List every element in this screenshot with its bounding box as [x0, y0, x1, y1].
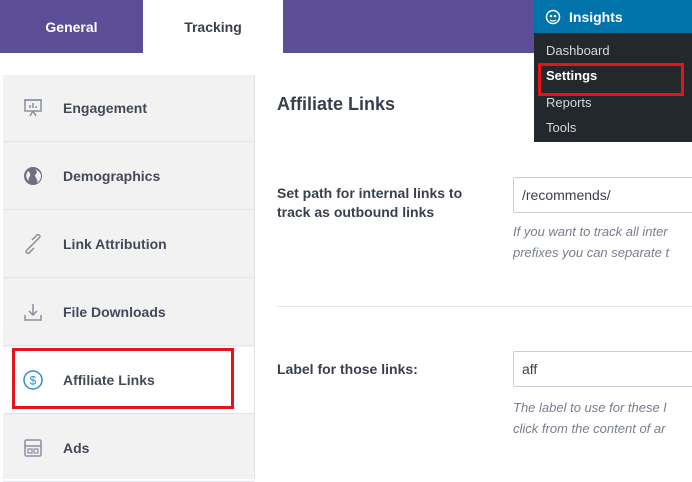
sidebar-item-demographics[interactable]: Demographics: [3, 143, 254, 210]
sidebar-item-link-attribution[interactable]: Link Attribution: [3, 211, 254, 278]
label-input[interactable]: [513, 351, 692, 387]
section-divider: [277, 306, 692, 307]
sidebar-item-file-downloads[interactable]: File Downloads: [3, 279, 254, 346]
sidebar-item-label: Demographics: [63, 168, 161, 184]
page-title: Affiliate Links: [277, 94, 396, 114]
download-icon: [3, 301, 63, 323]
settings-highlight: [538, 63, 684, 96]
path-field-label: Set path for internal links to track as …: [277, 185, 463, 220]
settings-sidebar: Engagement Demographics Link Attribution…: [3, 75, 255, 482]
path-help-line1: If you want to track all inter: [513, 224, 668, 239]
globe-icon: [3, 165, 63, 187]
tab-general[interactable]: General: [0, 0, 143, 53]
wp-menu-tools[interactable]: Tools: [546, 120, 576, 135]
label-help-line2: click from the content of ar: [513, 421, 666, 436]
label-field-label: Label for those links:: [277, 361, 418, 377]
wp-menu-reports[interactable]: Reports: [546, 95, 592, 110]
path-help-line2: prefixes you can separate t: [513, 245, 670, 260]
insights-menu-title: Insights: [569, 8, 623, 25]
link-icon: [3, 233, 63, 255]
wp-menu-dashboard[interactable]: Dashboard: [546, 43, 610, 58]
insights-logo-icon: [545, 9, 561, 25]
label-help-line1: The label to use for these l: [513, 400, 667, 415]
sidebar-item-label: Ads: [63, 440, 90, 456]
sidebar-item-label: File Downloads: [63, 304, 166, 320]
affiliate-links-highlight: [12, 348, 234, 409]
presentation-icon: [3, 97, 63, 119]
sidebar-item-label: Engagement: [63, 100, 148, 116]
sidebar-item-ads[interactable]: Ads: [3, 415, 254, 482]
sidebar-item-engagement[interactable]: Engagement: [3, 75, 254, 142]
sidebar-item-label: Link Attribution: [63, 236, 167, 252]
tab-tracking[interactable]: Tracking: [143, 0, 283, 53]
ad-layout-icon: [3, 437, 63, 459]
insights-menu-header[interactable]: Insights: [534, 0, 692, 33]
path-input[interactable]: [513, 177, 692, 213]
